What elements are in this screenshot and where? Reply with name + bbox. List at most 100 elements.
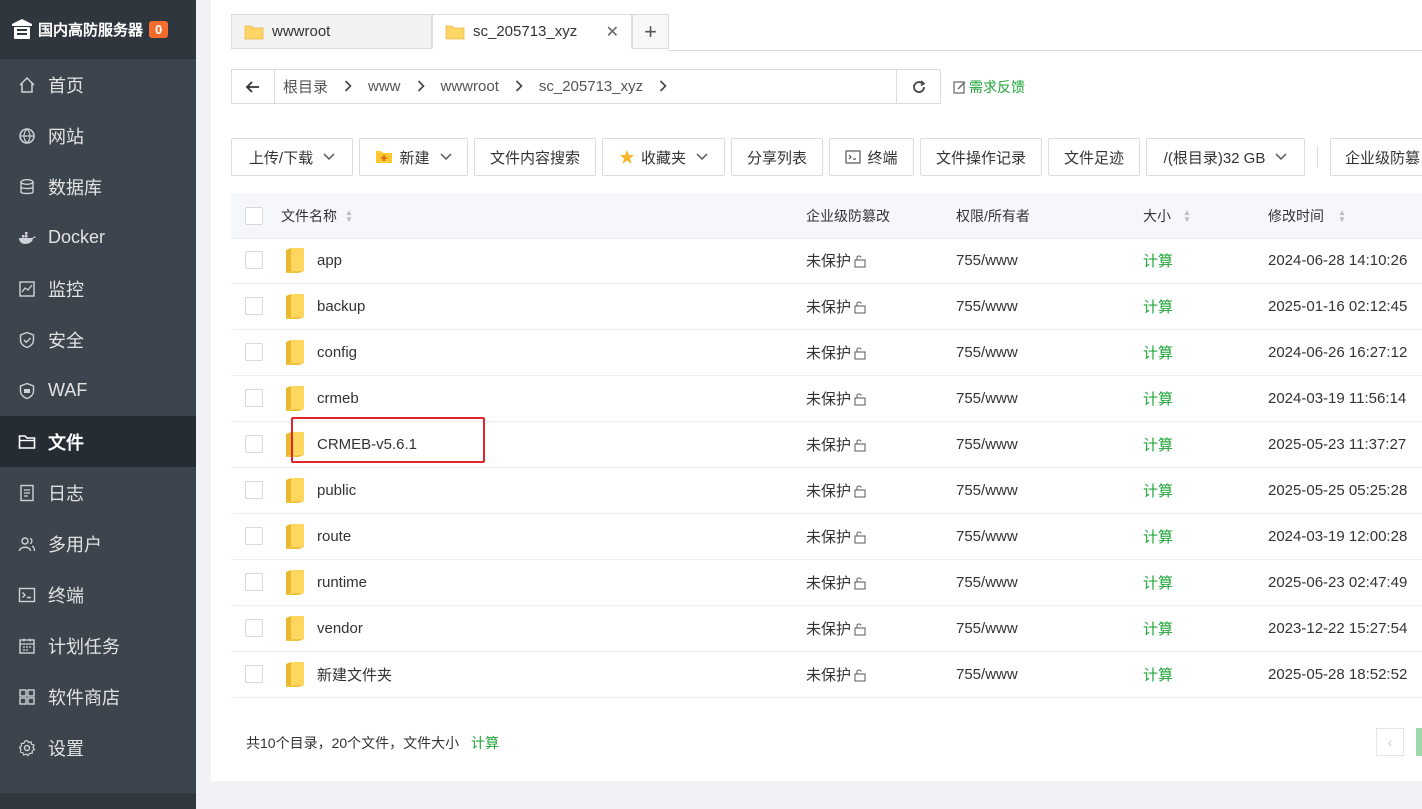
refresh-button[interactable]	[897, 69, 941, 104]
row-checkbox[interactable]	[245, 573, 263, 591]
protect-status[interactable]: 未保护	[806, 606, 867, 651]
message-badge[interactable]: 0	[149, 20, 169, 38]
file-name-cell[interactable]: public	[285, 468, 356, 513]
footer-calc-link[interactable]: 计算	[471, 735, 499, 751]
back-button[interactable]	[231, 69, 275, 104]
breadcrumb-item[interactable]: sc_205713_xyz	[531, 78, 675, 95]
row-checkbox[interactable]	[245, 481, 263, 499]
size-cell[interactable]: 计算	[1143, 560, 1173, 605]
sidebar-item-monitor[interactable]: 监控	[0, 263, 196, 314]
table-row[interactable]: backup 未保护 755/www 计算 2025-01-16 02:12:45	[231, 284, 1422, 330]
row-checkbox[interactable]	[245, 389, 263, 407]
terminal-button[interactable]: 终端	[829, 138, 914, 176]
protect-status[interactable]: 未保护	[806, 560, 867, 605]
pager-current[interactable]	[1416, 728, 1422, 756]
protect-status[interactable]: 未保护	[806, 238, 867, 283]
permission-cell[interactable]: 755/www	[956, 284, 1018, 329]
sidebar-item-waf[interactable]: WAF	[0, 365, 196, 416]
protect-status[interactable]: 未保护	[806, 514, 867, 559]
column-size[interactable]: 大小 ▲ ▼	[1143, 193, 1191, 238]
file-name-cell[interactable]: app	[285, 238, 342, 283]
table-row[interactable]: public 未保护 755/www 计算 2025-05-25 05:25:28	[231, 468, 1422, 514]
sidebar-item-calendar[interactable]: 计划任务	[0, 620, 196, 671]
operation-log-button[interactable]: 文件操作记录	[920, 138, 1042, 176]
permission-cell[interactable]: 755/www	[956, 238, 1018, 283]
sidebar-item-apps[interactable]: 软件商店	[0, 671, 196, 722]
row-checkbox[interactable]	[245, 665, 263, 683]
protect-status[interactable]: 未保护	[806, 376, 867, 421]
file-name-cell[interactable]: runtime	[285, 560, 367, 605]
permission-cell[interactable]: 755/www	[956, 698, 1018, 706]
breadcrumb-item[interactable]: www	[360, 78, 433, 95]
size-cell[interactable]: 计算	[1143, 284, 1173, 329]
upload-download-button[interactable]: 上传/下载	[231, 138, 353, 176]
sidebar-item-gear[interactable]: 设置	[0, 722, 196, 773]
select-all-checkbox[interactable]	[245, 207, 263, 225]
file-name-cell[interactable]: config	[285, 330, 357, 375]
sidebar-item-globe[interactable]: 网站	[0, 110, 196, 161]
permission-cell[interactable]: 755/www	[956, 652, 1018, 697]
protect-status[interactable]: 未保护	[806, 330, 867, 375]
sidebar-item-users[interactable]: 多用户	[0, 518, 196, 569]
file-name-cell[interactable]: 新建文件夹	[285, 652, 392, 697]
file-trace-button[interactable]: 文件足迹	[1048, 138, 1140, 176]
size-cell[interactable]: 计算	[1143, 376, 1173, 421]
size-cell[interactable]: 计算	[1143, 514, 1173, 559]
breadcrumb-item[interactable]: wwwroot	[433, 78, 531, 95]
row-checkbox[interactable]	[245, 435, 263, 453]
file-name-cell[interactable]: vendor	[285, 606, 363, 651]
permission-cell[interactable]: 755/www	[956, 468, 1018, 513]
size-cell[interactable]: 计算	[1143, 422, 1173, 467]
protect-status[interactable]: 未保护	[806, 284, 867, 329]
permission-cell[interactable]: 755/www	[956, 606, 1018, 651]
row-checkbox[interactable]	[245, 527, 263, 545]
size-cell[interactable]: 计算	[1143, 238, 1173, 283]
size-cell[interactable]: 计算	[1143, 330, 1173, 375]
share-list-button[interactable]: 分享列表	[731, 138, 823, 176]
enterprise-tamper-button[interactable]: 企业级防篡	[1330, 138, 1422, 176]
sidebar-item-log[interactable]: 日志	[0, 467, 196, 518]
protect-status[interactable]: 未保护	[806, 652, 867, 697]
file-name-cell[interactable]: backup	[285, 284, 365, 329]
feedback-link[interactable]: 需求反馈	[953, 77, 1025, 97]
breadcrumb[interactable]: 根目录 www wwwroot sc_205713_xyz	[275, 69, 897, 104]
table-row[interactable]: 404.html 未保护 755/www 138 B 2025-01-16 01:54:…	[231, 698, 1422, 706]
column-name[interactable]: 文件名称 ▲ ▼	[281, 193, 353, 238]
protect-status[interactable]: 未保护	[806, 698, 867, 706]
add-tab-button[interactable]: +	[632, 14, 669, 49]
size-cell[interactable]: 计算	[1143, 652, 1173, 697]
new-button[interactable]: 新建	[359, 138, 468, 176]
close-icon[interactable]: ✕	[606, 22, 619, 42]
table-row[interactable]: config 未保护 755/www 计算 2024-06-26 16:27:12	[231, 330, 1422, 376]
table-row[interactable]: app 未保护 755/www 计算 2024-06-28 14:10:26	[231, 238, 1422, 284]
sidebar-item-docker[interactable]: Docker	[0, 212, 196, 263]
protect-status[interactable]: 未保护	[806, 422, 867, 467]
table-row[interactable]: runtime 未保护 755/www 计算 2025-06-23 02:47:49	[231, 560, 1422, 606]
sidebar-item-home[interactable]: 首页	[0, 59, 196, 110]
disk-select-button[interactable]: /(根目录)32 GB	[1146, 138, 1305, 176]
protect-status[interactable]: 未保护	[806, 468, 867, 513]
table-row[interactable]: vendor 未保护 755/www 计算 2023-12-22 15:27:54	[231, 606, 1422, 652]
table-row[interactable]: route 未保护 755/www 计算 2024-03-19 12:00:28	[231, 514, 1422, 560]
pager-prev-button[interactable]: ‹	[1376, 728, 1404, 756]
row-checkbox[interactable]	[245, 343, 263, 361]
tab-wwwroot[interactable]: wwwroot	[231, 14, 432, 49]
content-search-button[interactable]: 文件内容搜索	[474, 138, 596, 176]
table-row[interactable]: crmeb 未保护 755/www 计算 2024-03-19 11:56:14	[231, 376, 1422, 422]
permission-cell[interactable]: 755/www	[956, 422, 1018, 467]
size-cell[interactable]: 计算	[1143, 468, 1173, 513]
breadcrumb-item[interactable]: 根目录	[275, 76, 360, 97]
table-row[interactable]: 新建文件夹 未保护 755/www 计算 2025-05-28 18:52:52	[231, 652, 1422, 698]
sidebar-item-shield[interactable]: 安全	[0, 314, 196, 365]
sidebar-item-terminal[interactable]: 终端	[0, 569, 196, 620]
permission-cell[interactable]: 755/www	[956, 514, 1018, 559]
size-cell[interactable]: 计算	[1143, 606, 1173, 651]
favorites-button[interactable]: 收藏夹	[602, 138, 725, 176]
permission-cell[interactable]: 755/www	[956, 330, 1018, 375]
row-checkbox[interactable]	[245, 251, 263, 269]
sidebar-item-database[interactable]: 数据库	[0, 161, 196, 212]
column-mtime[interactable]: 修改时间 ▲ ▼	[1268, 193, 1346, 238]
file-name-cell[interactable]: route	[285, 514, 351, 559]
sidebar-item-folder[interactable]: 文件	[0, 416, 196, 467]
tab-sc-205713-xyz[interactable]: sc_205713_xyz ✕	[432, 14, 632, 49]
